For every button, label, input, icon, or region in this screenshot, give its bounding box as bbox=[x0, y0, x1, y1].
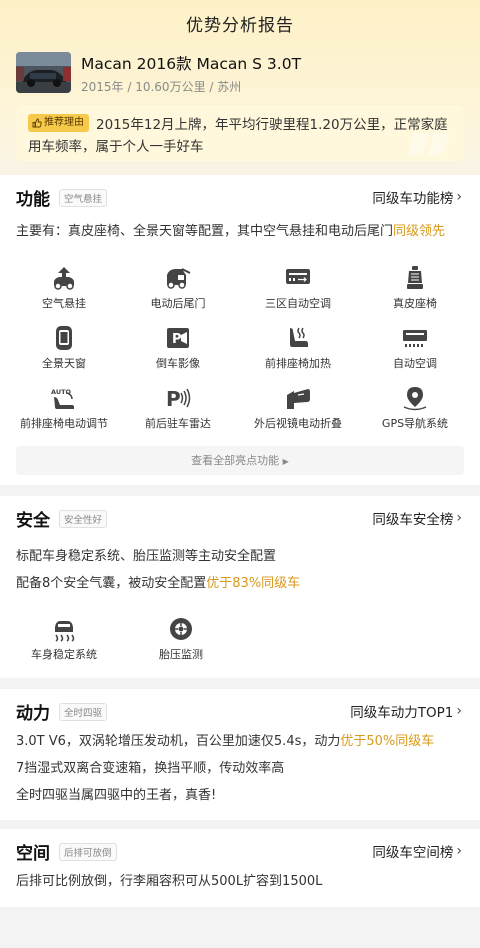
feature-panoramic-sunroof[interactable]: 全景天窗 bbox=[4, 325, 124, 371]
tri-zone-ac-icon bbox=[286, 269, 310, 284]
air-suspension-icon bbox=[54, 267, 74, 290]
quote-decoration-icon bbox=[408, 133, 450, 155]
power-rank-link[interactable]: 同级车动力TOP1 › bbox=[350, 701, 462, 721]
power-tailgate-icon bbox=[167, 268, 191, 289]
see-all-label: 查看全部亮点功能 bbox=[191, 454, 280, 467]
feature-label: 倒车影像 bbox=[156, 357, 200, 370]
stability-control-icon bbox=[55, 621, 75, 642]
power-line-3: 全时四驱当属四驱中的王者，真香! bbox=[16, 788, 217, 803]
feature-label: 前排座椅电动调节 bbox=[20, 417, 108, 430]
chevron-right-icon: › bbox=[456, 843, 462, 859]
feature-label: 外后视镜电动折叠 bbox=[254, 417, 342, 430]
feature-stability-control[interactable]: 车身稳定系统 bbox=[4, 616, 124, 662]
feature-power-tailgate[interactable]: 电动后尾门 bbox=[118, 265, 238, 311]
car-name: Macan 2016款 Macan S 3.0T bbox=[81, 55, 302, 73]
safety-line-2-text: 配备8个安全气囊，被动安全配置 bbox=[16, 576, 207, 591]
feature-label: 前排座椅加热 bbox=[265, 357, 331, 370]
function-badge: 空气悬挂 bbox=[59, 188, 108, 207]
feature-label: 胎压监测 bbox=[159, 648, 203, 661]
feature-label: 前后驻车雷达 bbox=[145, 417, 211, 430]
feature-tire-pressure[interactable]: 胎压监测 bbox=[121, 616, 241, 662]
function-desc-highlight: 同级领先 bbox=[393, 224, 446, 239]
report-header: 优势分析报告 Macan 2016款 Macan S 3.0T 2015年 / … bbox=[0, 0, 480, 175]
mirror-fold-icon bbox=[287, 389, 310, 409]
feature-parking-radar[interactable]: P 前后驻车雷达 bbox=[118, 385, 238, 431]
safety-rank-label: 同级车安全榜 bbox=[372, 512, 454, 528]
space-line-1: 后排可比例放倒，行李厢容积可从500L扩容到1500L bbox=[16, 874, 323, 889]
function-description: 主要有：真皮座椅、全景天窗等配置，其中空气悬挂和电动后尾门同级领先 bbox=[16, 220, 445, 239]
power-title: 动力 bbox=[16, 704, 50, 724]
chevron-right-icon: › bbox=[456, 189, 462, 205]
feature-reverse-camera[interactable]: P 倒车影像 bbox=[118, 325, 238, 371]
feature-label: GPS导航系统 bbox=[381, 417, 449, 430]
function-rank-label: 同级车功能榜 bbox=[372, 191, 454, 207]
power-line-2: 7挡湿式双离合变速箱，换挡平顺，传动效率高 bbox=[16, 761, 285, 776]
safety-badge: 安全性好 bbox=[59, 509, 108, 528]
safety-title: 安全 bbox=[16, 511, 50, 531]
power-badge: 全时四驱 bbox=[59, 702, 108, 721]
feature-label: 三区自动空调 bbox=[265, 297, 331, 310]
feature-label: 电动后尾门 bbox=[150, 297, 206, 310]
feature-power-seat[interactable]: AUTO 前排座椅电动调节 bbox=[4, 385, 124, 431]
safety-line-2-highlight: 优于83%同级车 bbox=[206, 576, 301, 591]
panoramic-sunroof-icon bbox=[56, 326, 72, 350]
chevron-right-icon: › bbox=[456, 510, 462, 526]
leather-seat-icon bbox=[407, 266, 423, 289]
see-all-features-button[interactable]: 查看全部亮点功能 ▶ bbox=[16, 446, 464, 475]
power-line-1: 3.0T V6，双涡轮增压发动机，百公里加速仅5.4s，动力优于50%同级车 bbox=[16, 730, 434, 749]
tire-pressure-icon bbox=[170, 618, 192, 640]
safety-card: 安全 安全性好 同级车安全榜 › 标配车身稳定系统、胎压监测等主动安全配置 配备… bbox=[0, 496, 480, 678]
feature-label: 车身稳定系统 bbox=[31, 648, 97, 661]
feature-label: 全景天窗 bbox=[42, 357, 86, 370]
safety-line-2: 配备8个安全气囊，被动安全配置优于83%同级车 bbox=[16, 572, 300, 591]
safety-rank-link[interactable]: 同级车安全榜 › bbox=[372, 508, 462, 528]
page-title: 优势分析报告 bbox=[186, 16, 294, 36]
space-badge: 后排可放倒 bbox=[59, 842, 117, 861]
power-line-1-highlight: 优于50%同级车 bbox=[340, 734, 435, 749]
function-desc-text: 主要有：真皮座椅、全景天窗等配置，其中空气悬挂和电动后尾门 bbox=[16, 224, 394, 239]
space-rank-label: 同级车空间榜 bbox=[372, 845, 454, 861]
recommend-reason-box: 推荐理由 2015年12月上牌，年平均行驶里程1.20万公里，正常家庭用车频率，… bbox=[16, 105, 464, 161]
feature-leather-seat[interactable]: 真皮座椅 bbox=[355, 265, 475, 311]
feature-label: 真皮座椅 bbox=[393, 297, 437, 310]
feature-mirror-fold[interactable]: 外后视镜电动折叠 bbox=[238, 385, 358, 431]
feature-gps-nav[interactable]: GPS导航系统 bbox=[355, 385, 475, 431]
function-rank-link[interactable]: 同级车功能榜 › bbox=[372, 187, 462, 207]
power-seat-icon: AUTO bbox=[51, 388, 74, 409]
reverse-camera-icon: P bbox=[167, 328, 189, 348]
power-card: 动力 全时四驱 同级车动力TOP1 › 3.0T V6，双涡轮增压发动机，百公里… bbox=[0, 689, 480, 820]
chevron-right-icon: › bbox=[456, 703, 462, 719]
feature-label: 自动空调 bbox=[393, 357, 437, 370]
svg-text:AUTO: AUTO bbox=[51, 388, 72, 396]
recommend-reason-text: 2015年12月上牌，年平均行驶里程1.20万公里，正常家庭用车频率，属于个人一… bbox=[28, 117, 448, 155]
space-title: 空间 bbox=[16, 844, 50, 864]
function-title: 功能 bbox=[16, 190, 50, 210]
parking-radar-icon: P bbox=[166, 387, 191, 411]
power-line-1-text: 3.0T V6，双涡轮增压发动机，百公里加速仅5.4s，动力 bbox=[16, 734, 341, 749]
feature-air-suspension[interactable]: 空气悬挂 bbox=[4, 265, 124, 311]
feature-tri-zone-ac[interactable]: 三区自动空调 bbox=[238, 265, 358, 311]
svg-text:P: P bbox=[166, 387, 181, 411]
feature-auto-ac[interactable]: 自动空调 bbox=[355, 325, 475, 371]
triangle-right-icon: ▶ bbox=[282, 457, 289, 466]
space-card: 空间 后排可放倒 同级车空间榜 › 后排可比例放倒，行李厢容积可从500L扩容到… bbox=[0, 829, 480, 907]
function-card: 功能 空气悬挂 同级车功能榜 › 主要有：真皮座椅、全景天窗等配置，其中空气悬挂… bbox=[0, 175, 480, 485]
gps-nav-icon bbox=[403, 387, 427, 411]
safety-line-1: 标配车身稳定系统、胎压监测等主动安全配置 bbox=[16, 549, 277, 564]
power-rank-label: 同级车动力TOP1 bbox=[350, 705, 454, 721]
space-rank-link[interactable]: 同级车空间榜 › bbox=[372, 841, 462, 861]
auto-ac-icon bbox=[403, 330, 427, 347]
seat-heating-icon bbox=[290, 327, 308, 347]
car-meta: 2015年 / 10.60万公里 / 苏州 bbox=[81, 80, 242, 94]
svg-text:P: P bbox=[172, 332, 182, 347]
feature-label: 空气悬挂 bbox=[42, 297, 86, 310]
feature-seat-heating[interactable]: 前排座椅加热 bbox=[238, 325, 358, 371]
car-thumbnail[interactable] bbox=[16, 52, 71, 93]
